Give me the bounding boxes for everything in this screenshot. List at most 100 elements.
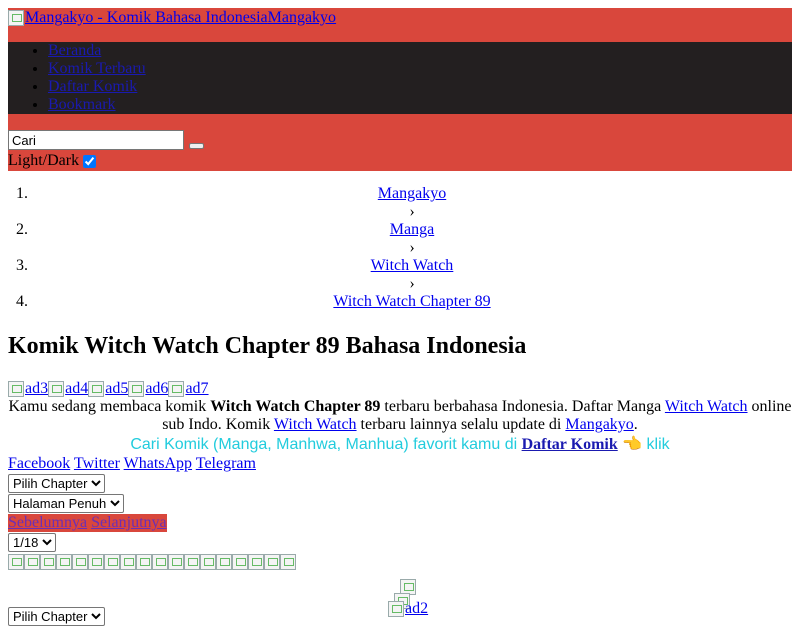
main-nav: Beranda Komik Terbaru Daftar Komik Bookm… <box>8 42 792 114</box>
cta-suffix: klik <box>642 436 670 453</box>
search-area: Light/Dark <box>8 114 792 171</box>
chapter-page-image <box>72 554 88 570</box>
breadcrumb-link-manga[interactable]: Manga <box>390 221 434 238</box>
ad-link[interactable]: ad4 <box>48 380 88 398</box>
chapter-page-image <box>136 554 152 570</box>
ad-image <box>8 381 24 397</box>
chapter-page-image <box>280 554 296 570</box>
breadcrumb-item: Manga › <box>32 221 792 257</box>
breadcrumb-link-home[interactable]: Mangakyo <box>378 185 446 202</box>
intro-text: Kamu sedang membaca komik Witch Watch Ch… <box>8 398 792 434</box>
nav-link-daftar-komik[interactable]: Daftar Komik <box>48 78 137 95</box>
pointing-hand-icon: 👈 <box>622 436 643 453</box>
bottom-area: ad2 Pilih Chapter <box>8 570 792 630</box>
intro-part: terbaru lainnya selalu update di <box>356 416 566 433</box>
breadcrumb-separator: › <box>409 203 415 220</box>
intro-site-link[interactable]: Mangakyo <box>565 416 633 433</box>
chapter-page-image <box>120 554 136 570</box>
share-whatsapp-link[interactable]: WhatsApp <box>124 455 192 472</box>
chapter-page-image <box>24 554 40 570</box>
breadcrumb-link-chapter[interactable]: Witch Watch Chapter 89 <box>333 293 490 310</box>
cta-text: Cari Komik (Manga, Manhwa, Manhua) favor… <box>130 436 522 453</box>
ad-alt-text: ad6 <box>145 380 169 397</box>
chapter-page-image <box>184 554 200 570</box>
intro-chapter-bold: Witch Watch Chapter 89 <box>210 398 381 415</box>
intro-series-link[interactable]: Witch Watch <box>274 416 357 433</box>
ad-link[interactable]: ad6 <box>128 380 168 398</box>
breadcrumb-item: Witch Watch › <box>32 257 792 293</box>
logo-alt-text: Mangakyo - Komik Bahasa Indonesia <box>25 9 268 26</box>
chapter-page-image <box>56 554 72 570</box>
ad-image <box>168 381 185 397</box>
page-title: Komik Witch Watch Chapter 89 Bahasa Indo… <box>8 333 527 359</box>
daftar-komik-cta: Cari Komik (Manga, Manhwa, Manhua) favor… <box>8 435 792 455</box>
ad-link[interactable]: ad7 <box>168 380 209 398</box>
share-facebook-link[interactable]: Facebook <box>8 455 70 472</box>
chapter-page-image <box>264 554 280 570</box>
breadcrumb: Mangakyo › Manga › Witch Watch › Witch W… <box>8 185 792 311</box>
ad-link[interactable]: ad3 <box>8 380 48 398</box>
nav-item-daftar-komik: Daftar Komik <box>48 78 792 96</box>
cta-daftar-komik-link[interactable]: Daftar Komik <box>522 436 618 453</box>
chapter-page-image <box>152 554 168 570</box>
theme-toggle-label: Light/Dark <box>8 152 80 169</box>
breadcrumb-separator: › <box>409 239 415 256</box>
intro-part: . <box>633 416 638 433</box>
logo-image <box>8 10 24 26</box>
chapter-page-image <box>232 554 248 570</box>
ad-image <box>388 601 404 618</box>
share-telegram-link[interactable]: Telegram <box>196 455 256 472</box>
ad-row: ad3 ad4 ad5 ad6 ad7 <box>8 380 792 398</box>
site-header: Mangakyo - Komik Bahasa Indonesia Mangaky… <box>8 8 792 42</box>
search-input[interactable] <box>8 130 184 150</box>
nav-item-beranda: Beranda <box>48 42 792 60</box>
theme-toggle-row: Light/Dark <box>8 152 97 170</box>
next-chapter-button[interactable]: Selanjutnya <box>91 514 167 531</box>
chapter-page-image <box>168 554 184 570</box>
nav-link-beranda[interactable]: Beranda <box>48 42 101 59</box>
view-mode-select[interactable]: Halaman Penuh <box>8 494 124 513</box>
chapter-page-image <box>8 554 24 570</box>
share-twitter-link[interactable]: Twitter <box>74 455 120 472</box>
breadcrumb-item: Mangakyo › <box>32 185 792 221</box>
breadcrumb-separator: › <box>409 275 415 292</box>
bottom-ad-link[interactable]: ad2 <box>388 600 428 618</box>
nav-link-komik-terbaru[interactable]: Komik Terbaru <box>48 60 146 77</box>
theme-toggle-checkbox[interactable] <box>83 154 97 168</box>
nav-item-bookmark: Bookmark <box>48 96 792 114</box>
chapter-page-images <box>8 554 792 570</box>
ad-alt-text: ad2 <box>405 600 429 617</box>
chapter-select-bottom[interactable]: Pilih Chapter <box>8 607 105 626</box>
chapter-page-image <box>216 554 232 570</box>
ad-image <box>128 381 145 397</box>
ad-image <box>88 381 105 397</box>
nav-list: Beranda Komik Terbaru Daftar Komik Bookm… <box>8 42 792 114</box>
ad-image <box>48 381 65 397</box>
ad-alt-text: ad4 <box>65 380 89 397</box>
chapter-nav-buttons: Sebelumnya Selanjutnya <box>8 514 167 532</box>
chapter-page-image <box>104 554 120 570</box>
ad-alt-text: ad3 <box>25 380 49 397</box>
chapter-page-image <box>248 554 264 570</box>
intro-series-link[interactable]: Witch Watch <box>665 398 748 415</box>
ad-alt-text: ad5 <box>105 380 129 397</box>
ad-alt-text: ad7 <box>185 380 209 397</box>
breadcrumb-link-series[interactable]: Witch Watch <box>371 257 454 274</box>
logo-link[interactable]: Mangakyo - Komik Bahasa Indonesia Mangaky… <box>8 9 336 27</box>
chapter-select[interactable]: Pilih Chapter <box>8 474 105 493</box>
nav-item-komik-terbaru: Komik Terbaru <box>48 60 792 78</box>
intro-part: Kamu sedang membaca komik <box>8 398 211 415</box>
nav-link-bookmark[interactable]: Bookmark <box>48 96 116 113</box>
share-links: Facebook Twitter WhatsApp Telegram <box>8 455 792 473</box>
chapter-page-image <box>88 554 104 570</box>
page: Mangakyo - Komik Bahasa Indonesia Mangaky… <box>8 8 792 630</box>
prev-chapter-button[interactable]: Sebelumnya <box>8 514 87 531</box>
chapter-page-image <box>40 554 56 570</box>
search-button[interactable] <box>189 143 204 149</box>
ad-link[interactable]: ad5 <box>88 380 128 398</box>
page-select[interactable]: 1/18 <box>8 533 56 552</box>
chapter-page-image <box>200 554 216 570</box>
intro-part: terbaru berbahasa Indonesia. Daftar Mang… <box>380 398 665 415</box>
breadcrumb-item: Witch Watch Chapter 89 <box>32 293 792 311</box>
site-name: Mangakyo <box>267 9 337 26</box>
